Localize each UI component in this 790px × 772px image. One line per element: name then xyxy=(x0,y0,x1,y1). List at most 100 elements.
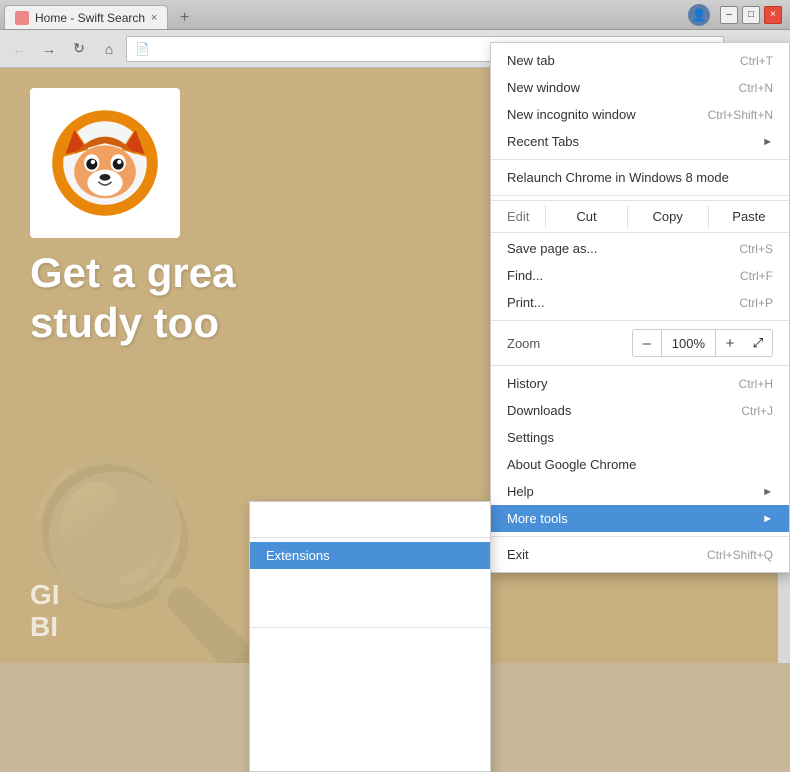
separator-4 xyxy=(491,365,789,366)
separator-5 xyxy=(491,536,789,537)
tab-title: Home - Swift Search xyxy=(35,11,145,25)
zoom-value: 100% xyxy=(661,330,716,356)
submenu-item-clear-browsing[interactable]: Clear browsing data... Ctrl+Shift+Del xyxy=(250,596,490,623)
save-page-label: Save page as... xyxy=(507,241,719,256)
find-shortcut: Ctrl+F xyxy=(740,269,773,283)
minimize-button[interactable]: – xyxy=(720,6,738,24)
zoom-row: Zoom – 100% + ⤢ xyxy=(491,325,789,361)
submenu-item-encoding[interactable]: Encoding ► xyxy=(250,632,490,659)
submenu-item-create-shortcuts[interactable]: Create application shortcuts... xyxy=(250,506,490,533)
separator-3 xyxy=(491,320,789,321)
zoom-expand-button[interactable]: ⤢ xyxy=(744,330,772,356)
maximize-button[interactable]: □ xyxy=(742,6,760,24)
big-text-line1: Get a grea xyxy=(30,248,235,298)
task-manager-label: Task manager xyxy=(266,575,403,590)
zoom-label: Zoom xyxy=(507,336,632,351)
tab-favicon xyxy=(15,11,29,25)
encoding-label: Encoding xyxy=(266,638,455,653)
menu-item-settings[interactable]: Settings xyxy=(491,424,789,451)
submenu-item-developer-tools[interactable]: Developer tools Ctrl+Shift+I xyxy=(250,686,490,713)
menu-item-save-page[interactable]: Save page as... Ctrl+S xyxy=(491,235,789,262)
developer-tools-shortcut: Ctrl+Shift+I xyxy=(414,693,474,707)
zoom-controls: – 100% + ⤢ xyxy=(632,329,773,357)
relaunch-label: Relaunch Chrome in Windows 8 mode xyxy=(507,170,773,185)
menu-item-recent-tabs[interactable]: Recent Tabs ► xyxy=(491,128,789,155)
inspect-devices-label: Inspect devices xyxy=(266,746,474,761)
tab-close-button[interactable]: × xyxy=(151,12,157,24)
settings-label: Settings xyxy=(507,430,773,445)
create-shortcuts-label: Create application shortcuts... xyxy=(266,512,474,527)
new-tab-button[interactable]: + xyxy=(170,7,198,29)
menu-item-exit[interactable]: Exit Ctrl+Shift+Q xyxy=(491,541,789,568)
bottom-left-line2: BI xyxy=(30,611,60,643)
menu-item-find[interactable]: Find... Ctrl+F xyxy=(491,262,789,289)
user-icon[interactable]: 👤 xyxy=(688,4,710,26)
zoom-minus-button[interactable]: – xyxy=(633,330,661,356)
save-page-shortcut: Ctrl+S xyxy=(739,242,773,256)
submenu-item-extensions[interactable]: Extensions xyxy=(250,542,490,569)
view-source-shortcut: Ctrl+U xyxy=(440,666,474,680)
edit-row: Edit Cut Copy Paste xyxy=(491,200,789,233)
menu-item-print[interactable]: Print... Ctrl+P xyxy=(491,289,789,316)
developer-tools-label: Developer tools xyxy=(266,692,394,707)
menu-item-more-tools[interactable]: More tools ► Create application shortcut… xyxy=(491,505,789,532)
lock-icon: 📄 xyxy=(135,42,150,56)
js-console-shortcut: Ctrl+Shift+J xyxy=(411,720,474,734)
fox-logo-svg xyxy=(50,108,160,218)
big-hero-text: Get a grea study too xyxy=(30,248,235,349)
new-incognito-shortcut: Ctrl+Shift+N xyxy=(708,108,773,122)
new-window-shortcut: Ctrl+N xyxy=(739,81,773,95)
active-tab[interactable]: Home - Swift Search × xyxy=(4,5,168,29)
menu-item-new-tab[interactable]: New tab Ctrl+T xyxy=(491,47,789,74)
menu-item-history[interactable]: History Ctrl+H xyxy=(491,370,789,397)
view-source-label: View source xyxy=(266,665,420,680)
cut-button[interactable]: Cut xyxy=(545,205,626,228)
copy-button[interactable]: Copy xyxy=(627,205,708,228)
history-shortcut: Ctrl+H xyxy=(739,377,773,391)
submenu-more-tools: Create application shortcuts... Extensio… xyxy=(249,501,491,772)
bottom-left-line1: GI xyxy=(30,579,60,611)
new-window-label: New window xyxy=(507,80,719,95)
menu-item-new-incognito[interactable]: New incognito window Ctrl+Shift+N xyxy=(491,101,789,128)
big-text-line2: study too xyxy=(30,298,235,348)
help-arrow: ► xyxy=(762,486,773,498)
submenu-item-view-source[interactable]: View source Ctrl+U xyxy=(250,659,490,686)
js-console-label: JavaScript console xyxy=(266,719,391,734)
close-button[interactable]: × xyxy=(764,6,782,24)
downloads-label: Downloads xyxy=(507,403,721,418)
more-tools-label: More tools xyxy=(507,511,754,526)
back-button[interactable]: ← xyxy=(6,36,32,62)
separator-1 xyxy=(491,159,789,160)
submenu-item-task-manager[interactable]: Task manager Shift+Esc xyxy=(250,569,490,596)
paste-button[interactable]: Paste xyxy=(708,205,789,228)
recent-tabs-arrow: ► xyxy=(762,136,773,148)
forward-button[interactable]: → xyxy=(36,36,62,62)
new-tab-shortcut: Ctrl+T xyxy=(740,54,773,68)
title-bar-controls: 👤 – □ × xyxy=(688,4,786,26)
clear-browsing-label: Clear browsing data... xyxy=(266,602,392,617)
menu-item-new-window[interactable]: New window Ctrl+N xyxy=(491,74,789,101)
logo-box xyxy=(30,88,180,238)
submenu-item-js-console[interactable]: JavaScript console Ctrl+Shift+J xyxy=(250,713,490,740)
more-tools-arrow: ► xyxy=(762,513,773,525)
help-label: Help xyxy=(507,484,754,499)
menu-item-downloads[interactable]: Downloads Ctrl+J xyxy=(491,397,789,424)
zoom-plus-button[interactable]: + xyxy=(716,330,744,356)
tab-area: Home - Swift Search × + xyxy=(4,0,688,29)
separator-2 xyxy=(491,195,789,196)
home-button[interactable]: ⌂ xyxy=(96,36,122,62)
print-shortcut: Ctrl+P xyxy=(739,296,773,310)
submenu-item-inspect-devices[interactable]: Inspect devices xyxy=(250,740,490,767)
exit-label: Exit xyxy=(507,547,687,562)
reload-button[interactable]: ↻ xyxy=(66,36,92,62)
edit-label: Edit xyxy=(491,209,545,224)
menu-item-relaunch[interactable]: Relaunch Chrome in Windows 8 mode xyxy=(491,164,789,191)
title-bar: Home - Swift Search × + 👤 – □ × xyxy=(0,0,790,30)
about-label: About Google Chrome xyxy=(507,457,773,472)
task-manager-shortcut: Shift+Esc xyxy=(423,576,474,590)
menu-item-help[interactable]: Help ► xyxy=(491,478,789,505)
submenu-separator-2 xyxy=(250,627,490,628)
history-label: History xyxy=(507,376,719,391)
menu-item-about[interactable]: About Google Chrome xyxy=(491,451,789,478)
exit-shortcut: Ctrl+Shift+Q xyxy=(707,548,773,562)
